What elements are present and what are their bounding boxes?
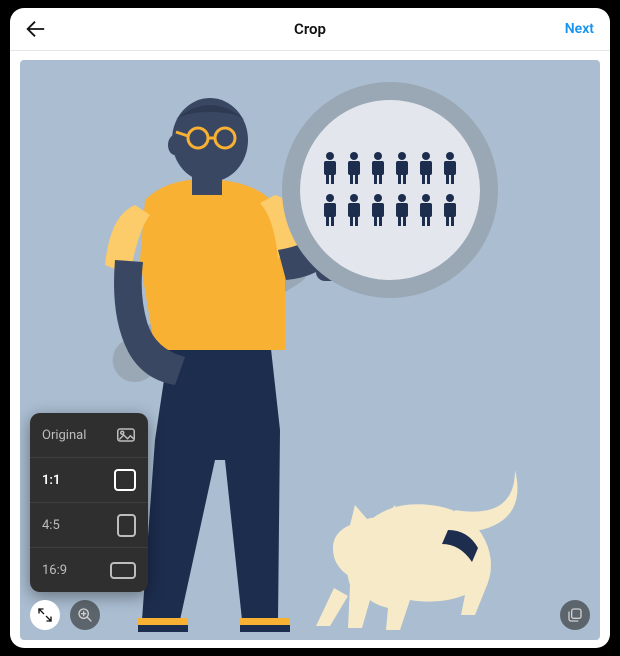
expand-button[interactable] <box>30 600 60 630</box>
top-bar: Crop Next <box>10 8 610 51</box>
page-title: Crop <box>294 20 326 38</box>
wide-rect-icon <box>110 562 136 579</box>
aspect-option-original[interactable]: Original <box>30 413 148 458</box>
expand-icon <box>37 607 53 623</box>
next-button[interactable]: Next <box>565 8 594 50</box>
aspect-option-1-1[interactable]: 1:1 <box>30 458 148 503</box>
magnifier-lens-icon <box>282 82 498 298</box>
bottom-right-controls <box>560 600 590 630</box>
back-button[interactable] <box>24 8 46 50</box>
aspect-option-label: Original <box>42 428 86 443</box>
zoom-icon <box>77 607 93 623</box>
aspect-ratio-popover: Original 1:1 4:5 <box>30 413 148 592</box>
multi-select-icon <box>567 607 583 623</box>
bottom-left-controls <box>30 600 100 630</box>
portrait-rect-icon <box>117 514 136 537</box>
aspect-option-label: 4:5 <box>42 518 60 533</box>
aspect-option-4-5[interactable]: 4:5 <box>30 503 148 548</box>
aspect-option-16-9[interactable]: 16:9 <box>30 548 148 592</box>
aspect-option-label: 1:1 <box>42 473 60 488</box>
cat-icon <box>316 470 518 630</box>
crop-canvas[interactable]: Original 1:1 4:5 <box>20 60 600 640</box>
photo-icon <box>116 427 136 443</box>
square-icon <box>114 469 136 491</box>
aspect-option-label: 16:9 <box>42 563 67 578</box>
crop-card: Crop Next <box>10 8 610 648</box>
zoom-button[interactable] <box>70 600 100 630</box>
multi-select-button[interactable] <box>560 600 590 630</box>
back-arrow-icon <box>24 18 46 40</box>
